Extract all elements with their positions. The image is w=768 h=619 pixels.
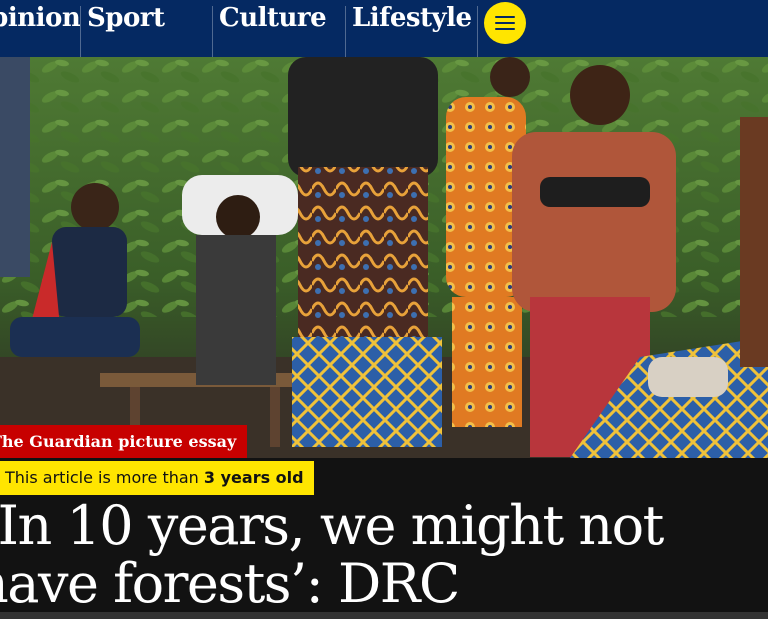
article-kicker[interactable]: The Guardian picture essay <box>0 425 248 458</box>
hamburger-icon <box>495 28 515 30</box>
hamburger-icon <box>495 16 515 18</box>
age-notice-prefix: This article is more than <box>5 468 199 487</box>
hero-photo-illustration <box>0 57 768 458</box>
top-navigation: Opinion Sport Culture Lifestyle <box>0 0 768 57</box>
bottom-divider <box>0 612 768 619</box>
nav-item-opinion[interactable]: Opinion <box>0 0 81 57</box>
nav-item-lifestyle[interactable]: Lifestyle <box>352 0 472 57</box>
article-headline: ‘In 10 years, we might not have forests’… <box>0 497 756 613</box>
hero-image <box>0 57 768 458</box>
headline-line-1: ‘In 10 years, we might not <box>0 494 664 557</box>
nav-divider <box>345 6 346 57</box>
nav-item-sport[interactable]: Sport <box>87 0 165 57</box>
age-notice-highlight: 3 years old <box>203 468 304 487</box>
nav-item-culture[interactable]: Culture <box>219 0 327 57</box>
menu-button[interactable] <box>484 2 526 44</box>
article-age-notice: This article is more than 3 years old <box>0 461 314 495</box>
nav-divider <box>477 6 478 57</box>
headline-line-2: have forests’: DRC <box>0 552 460 615</box>
nav-divider <box>212 6 213 57</box>
nav-divider <box>80 6 81 57</box>
hamburger-icon <box>495 22 515 24</box>
